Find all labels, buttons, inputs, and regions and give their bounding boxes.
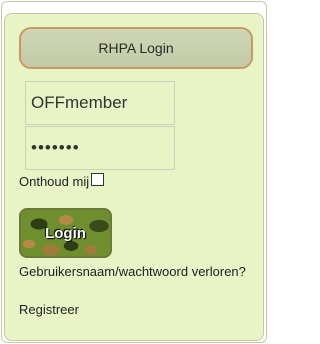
password-input[interactable] bbox=[25, 126, 175, 170]
login-header: RHPA Login bbox=[19, 27, 253, 69]
remember-me-checkbox[interactable] bbox=[91, 173, 105, 186]
lost-credentials-link[interactable]: Gebruikersnaam/wachtwoord verloren? bbox=[19, 265, 259, 278]
login-button[interactable]: Login bbox=[19, 208, 112, 258]
register-link[interactable]: Registreer bbox=[19, 302, 79, 317]
login-button-label: Login bbox=[45, 224, 86, 242]
remember-me-label: Onthoud mij bbox=[19, 174, 90, 189]
username-input[interactable] bbox=[25, 81, 175, 125]
remember-me-row: Onthoud mij bbox=[19, 173, 105, 189]
login-title: RHPA Login bbox=[98, 40, 174, 56]
